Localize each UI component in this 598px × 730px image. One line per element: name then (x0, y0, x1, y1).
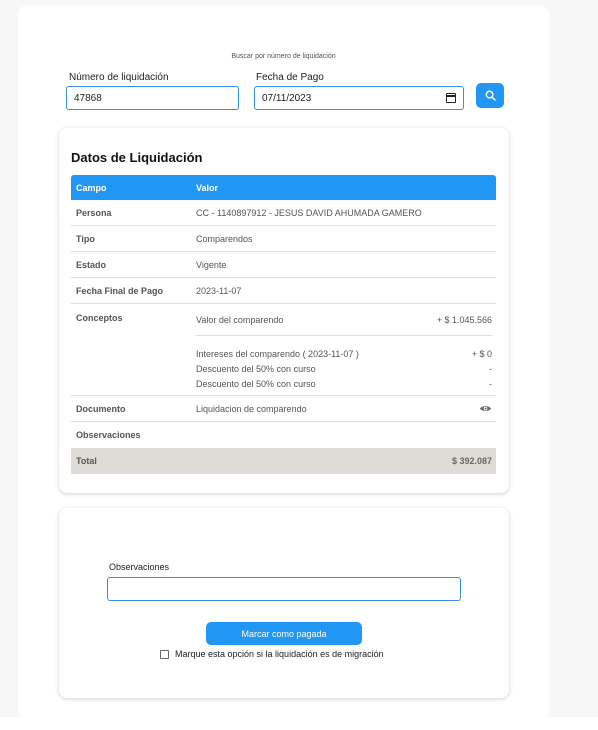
conceptos-list: Valor del comparendo + $ 1.045.566 Inter… (196, 304, 496, 391)
concept-name: Intereses del comparendo ( 2023-11-07 ) (196, 348, 359, 359)
concept-amount: - (489, 363, 492, 374)
liquidation-number-value: 47868 (74, 92, 102, 104)
total-value: $ 392.087 (451, 456, 492, 466)
search-button[interactable] (476, 83, 504, 108)
documento-label: Documento (76, 403, 126, 414)
fecha-label: Fecha Final de Pago (76, 285, 164, 296)
payment-date-input[interactable]: 07/11/2023 (254, 86, 464, 110)
payment-date-label: Fecha de Pago (256, 72, 324, 83)
concept-name: Valor del comparendo (196, 314, 284, 325)
concept-item: Valor del comparendo + $ 1.045.566 (196, 310, 492, 336)
payment-card: Observaciones Marcar como pagada Marque … (59, 508, 509, 698)
fecha-value: 2023-11-07 (196, 285, 242, 296)
concept-amount: + $ 1.045.566 (436, 314, 492, 325)
persona-label: Persona (76, 207, 112, 218)
migration-checkbox[interactable] (160, 649, 169, 659)
persona-value: CC - 1140897912 - JESUS DAVID AHUMADA GA… (196, 207, 422, 218)
liquidation-number-label: Número de liquidación (69, 72, 169, 83)
table-row-total: Total $ 392.087 (71, 448, 496, 474)
conceptos-label: Conceptos (76, 313, 123, 323)
liquidation-number-input[interactable]: 47868 (66, 86, 239, 110)
total-label: Total (76, 456, 97, 466)
estado-label: Estado (76, 259, 107, 270)
tipo-value: Comparendos (196, 233, 253, 244)
documento-value: Liquidacion de comparendo (196, 403, 307, 414)
estado-value: Vigente (196, 259, 227, 270)
liquidation-data-card: Datos de Liquidación Campo Valor Persona… (59, 128, 509, 493)
header-field: Campo (76, 182, 107, 193)
table-row-estado: Estado Vigente (71, 252, 496, 278)
main-panel: Buscar por número de liquidación Número … (18, 6, 549, 718)
migration-option: Marque esta opción si la liquidación es … (160, 649, 384, 659)
table-row-observaciones: Observaciones (71, 422, 496, 448)
concept-amount: - (489, 378, 492, 389)
liquidation-table: Campo Valor Persona CC - 1140897912 - JE… (71, 175, 496, 474)
calendar-icon[interactable] (446, 93, 456, 103)
liquidation-data-title: Datos de Liquidación (71, 150, 203, 165)
concept-name: Descuento del 50% con curso (196, 363, 316, 374)
observations-input[interactable] (107, 577, 461, 601)
search-icon (485, 90, 496, 101)
table-row-conceptos: Conceptos Valor del comparendo + $ 1.045… (71, 304, 496, 396)
observaciones-label: Observaciones (76, 430, 141, 440)
table-row-documento: Documento Liquidacion de comparendo (71, 396, 496, 422)
observations-label: Observaciones (109, 562, 170, 572)
payment-date-value: 07/11/2023 (262, 92, 312, 104)
header-value: Valor (196, 182, 219, 193)
page-bottom (0, 717, 598, 730)
concept-item: Intereses del comparendo ( 2023-11-07 ) … (196, 346, 492, 361)
eye-icon[interactable] (479, 404, 492, 413)
concept-amount: + $ 0 (471, 348, 492, 359)
table-row-tipo: Tipo Comparendos (71, 226, 496, 252)
table-header: Campo Valor (71, 175, 496, 200)
search-title: Buscar por número de liquidación (231, 53, 336, 60)
concept-item: Descuento del 50% con curso - (196, 361, 492, 376)
concept-name: Descuento del 50% con curso (196, 378, 316, 389)
migration-checkbox-label: Marque esta opción si la liquidación es … (175, 649, 384, 659)
mark-paid-button[interactable]: Marcar como pagada (206, 622, 362, 645)
table-row-persona: Persona CC - 1140897912 - JESUS DAVID AH… (71, 200, 496, 226)
concept-item: Descuento del 50% con curso - (196, 376, 492, 391)
tipo-label: Tipo (76, 233, 95, 244)
table-row-fecha: Fecha Final de Pago 2023-11-07 (71, 278, 496, 304)
